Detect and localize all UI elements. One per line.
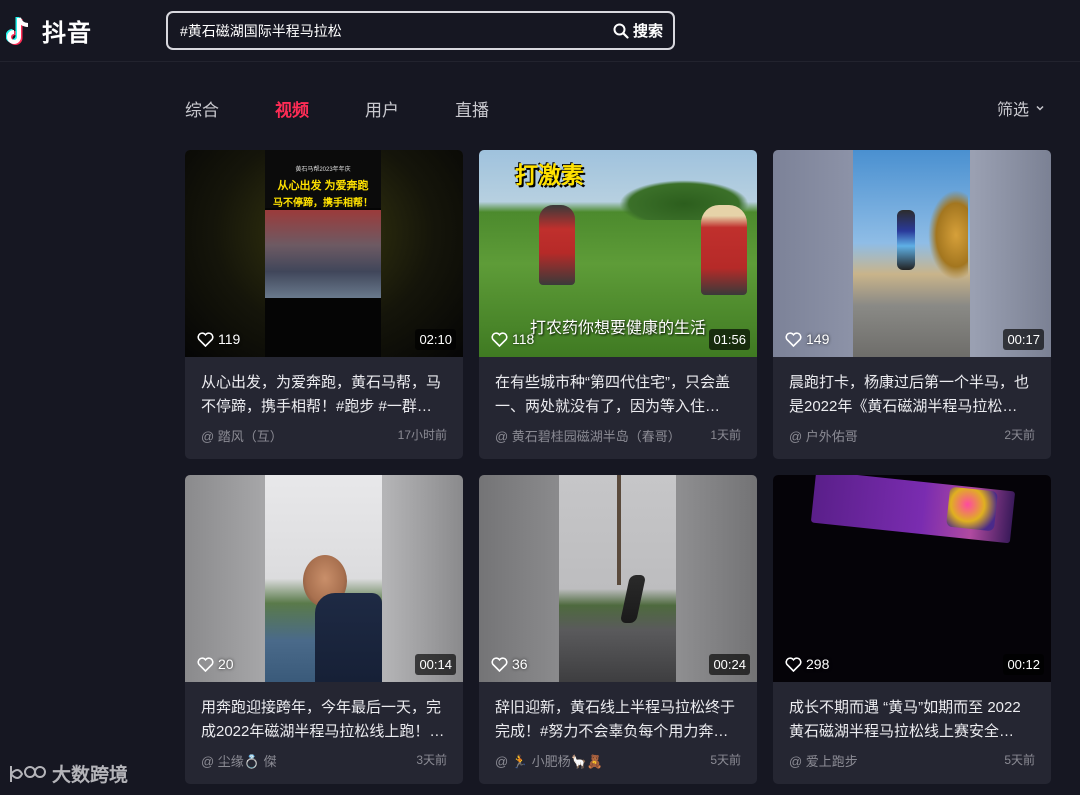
- like-count: 119: [197, 331, 240, 347]
- photo-banquet: [265, 210, 381, 298]
- watermark: 大数跨境: [8, 760, 128, 787]
- video-description: 辞旧迎新，黄石线上半程马拉松终于完成！#努力不会辜负每个用力奔…: [495, 699, 736, 740]
- video-duration: 00:12: [1003, 654, 1044, 675]
- post-time: 1天前: [710, 428, 741, 442]
- video-duration: 02:10: [415, 329, 456, 350]
- watermark-text: 大数跨境: [52, 765, 129, 786]
- author-name[interactable]: @ 户外佑哥: [789, 426, 858, 445]
- like-count-value: 36: [512, 656, 528, 672]
- video-card[interactable]: 149 00:17 晨跑打卡，杨康过后第一个半马，也是2022年《黄石磁湖半程马…: [773, 150, 1051, 459]
- video-thumbnail: 298 00:12: [773, 475, 1051, 682]
- poster-header: 黄石马帮2023年年庆 从心出发 为爱奔跑 马不停蹄，携手相帮！: [265, 150, 381, 209]
- video-thumbnail: 20 00:14: [185, 475, 463, 682]
- post-time: 2天前: [1004, 428, 1035, 442]
- video-thumbnail: 149 00:17: [773, 150, 1051, 357]
- like-count: 20: [197, 656, 234, 672]
- video-card[interactable]: 20 00:14 用奔跑迎接跨年，今年最后一天，完成2022年磁湖半程马拉松线上…: [185, 475, 463, 784]
- video-description: 用奔跑迎接跨年，今年最后一天，完成2022年磁湖半程马拉松线上跑！…: [201, 699, 445, 740]
- poster-subtitle: 黄石马帮2023年年庆: [295, 167, 351, 173]
- like-count: 149: [785, 331, 829, 347]
- poster-line-1: 从心出发 为爱奔跑: [277, 180, 369, 192]
- poster-line-2: 马不停蹄，携手相帮！: [273, 198, 373, 209]
- video-meta: @ 黄石碧桂园磁湖半岛（春哥） 1天前: [495, 426, 741, 445]
- video-description: 从心出发，为爱奔跑，黄石马帮，马不停蹄，携手相帮！#跑步 #一群…: [201, 374, 442, 415]
- heart-icon: [785, 331, 802, 347]
- author-name[interactable]: @ 爱上跑步: [789, 751, 858, 770]
- video-thumbnail: 36 00:24: [479, 475, 757, 682]
- runner: [897, 210, 915, 270]
- douyin-logo-icon: [5, 14, 36, 48]
- farmer-left: [539, 205, 575, 285]
- autumn-tree: [928, 190, 968, 280]
- runner-jacket: [315, 593, 382, 682]
- farmer-right: [701, 205, 747, 295]
- chevron-down-icon: [1036, 105, 1044, 111]
- search-button-label: 搜索: [632, 23, 663, 40]
- video-meta: @ 爱上跑步 5天前: [789, 751, 1035, 770]
- video-description: 在有些城市种“第四代住宅”，只会盖一、两处就没有了，因为等入住…: [495, 374, 730, 415]
- top-bar: 抖音 搜索: [0, 0, 1080, 62]
- post-time: 17小时前: [397, 428, 447, 442]
- tree-trunk: [617, 475, 621, 585]
- like-count-value: 118: [512, 331, 535, 347]
- app-name: 抖音: [42, 20, 92, 47]
- thumbnail-frame: 黄石马帮2023年年庆 从心出发 为爱奔跑 马不停蹄，携手相帮！: [265, 150, 381, 357]
- tab-video[interactable]: 视频: [275, 96, 309, 121]
- video-meta: @ 尘缘💍 傑 3天前: [201, 751, 447, 770]
- banner-logo: [946, 486, 998, 532]
- heart-icon: [491, 331, 508, 347]
- like-count-value: 149: [806, 331, 830, 347]
- tab-live[interactable]: 直播: [455, 96, 489, 121]
- video-card[interactable]: 打激素 打农药你想要健康的生活 118 01:56 在有些城市种“第四代住宅”，…: [479, 150, 757, 459]
- video-card[interactable]: 黄石马帮2023年年庆 从心出发 为爱奔跑 马不停蹄，携手相帮！ 119 02:…: [185, 150, 463, 459]
- tab-users[interactable]: 用户: [365, 96, 399, 121]
- author-name[interactable]: @ 黄石碧桂园磁湖半岛（春哥）: [495, 426, 681, 445]
- author-name[interactable]: @ 尘缘💍 傑: [201, 751, 277, 770]
- search-button[interactable]: 搜索: [613, 20, 673, 41]
- search-icon: [613, 23, 629, 39]
- tab-comprehensive[interactable]: 综合: [185, 96, 219, 121]
- author-name[interactable]: @ 🏃 小肥杨🦙🧸: [495, 751, 603, 770]
- like-count: 36: [491, 656, 528, 672]
- like-count: 118: [491, 331, 534, 347]
- author-name[interactable]: @ 踏风（互）: [201, 426, 283, 445]
- video-duration: 00:14: [415, 654, 456, 675]
- heart-icon: [197, 656, 214, 672]
- heart-icon: [785, 656, 802, 672]
- search-input[interactable]: [168, 22, 613, 39]
- post-time: 5天前: [710, 753, 741, 767]
- video-description: 成长不期而遇 “黄马”如期而至 2022黄石磁湖半程马拉松线上赛安全…: [789, 699, 1021, 740]
- like-count-value: 20: [218, 656, 234, 672]
- heart-icon: [197, 331, 214, 347]
- post-time: 5天前: [1004, 753, 1035, 767]
- filter-button[interactable]: 筛选: [997, 96, 1045, 120]
- app-logo[interactable]: 抖音: [5, 13, 92, 48]
- filter-label: 筛选: [997, 102, 1030, 119]
- video-card[interactable]: 298 00:12 成长不期而遇 “黄马”如期而至 2022黄石磁湖半程马拉松线…: [773, 475, 1051, 784]
- video-duration: 01:56: [709, 329, 750, 350]
- video-duration: 00:24: [709, 654, 750, 675]
- like-count-value: 298: [806, 656, 830, 672]
- heart-icon: [491, 656, 508, 672]
- like-count: 298: [785, 656, 829, 672]
- result-tabs: 综合 视频 用户 直播: [185, 96, 545, 121]
- search-box: 搜索: [166, 11, 675, 50]
- post-time: 3天前: [416, 753, 447, 767]
- video-meta: @ 踏风（互） 17小时前: [201, 426, 447, 445]
- video-meta: @ 🏃 小肥杨🦙🧸 5天前: [495, 751, 741, 770]
- video-thumbnail: 打激素 打农药你想要健康的生活 118 01:56: [479, 150, 757, 357]
- video-description: 晨跑打卡，杨康过后第一个半马，也是2022年《黄石磁湖半程马拉松…: [789, 374, 1030, 415]
- video-duration: 00:17: [1003, 329, 1044, 350]
- watermark-logo-icon: [10, 765, 46, 782]
- video-thumbnail: 黄石马帮2023年年庆 从心出发 为爱奔跑 马不停蹄，携手相帮！ 119 02:…: [185, 150, 463, 357]
- overlay-title: 打激素: [515, 162, 584, 188]
- like-count-value: 119: [218, 331, 241, 347]
- video-meta: @ 户外佑哥 2天前: [789, 426, 1035, 445]
- video-card[interactable]: 36 00:24 辞旧迎新，黄石线上半程马拉松终于完成！#努力不会辜负每个用力奔…: [479, 475, 757, 784]
